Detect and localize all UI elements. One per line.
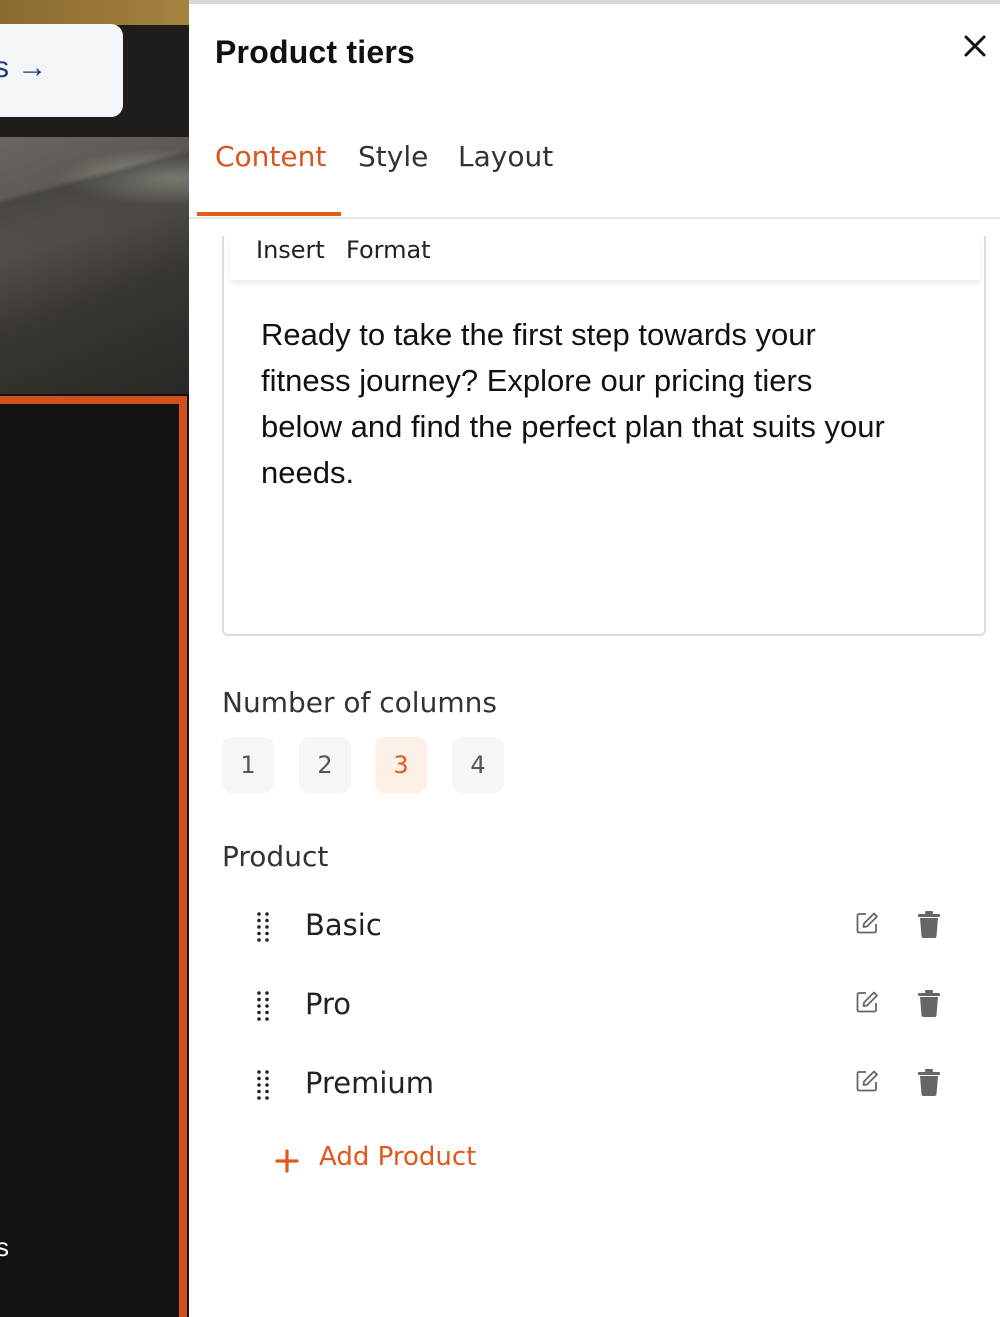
editor-menubar: Insert Format (230, 236, 980, 280)
product-row: Premium (249, 1056, 949, 1116)
tab-content[interactable]: Content (215, 140, 326, 173)
drag-handle-icon[interactable] (256, 1070, 270, 1100)
product-row: Pro (249, 977, 949, 1037)
columns-label: Number of columns (222, 686, 497, 719)
product-name: Basic (305, 908, 382, 942)
page-preview: s → s (0, 0, 189, 1317)
product-row: Basic (249, 898, 949, 958)
trash-icon[interactable] (917, 910, 941, 938)
menu-format[interactable]: Format (346, 236, 431, 264)
editor-text-area[interactable]: Ready to take the first step towards you… (261, 312, 901, 496)
preview-cta-label: s → (0, 51, 48, 84)
preview-selected-block[interactable] (0, 396, 187, 1317)
product-name: Premium (305, 1066, 435, 1100)
panel-top-border (189, 0, 1000, 4)
edit-icon[interactable] (855, 1069, 879, 1093)
column-option-4[interactable]: 4 (452, 737, 504, 793)
menu-insert[interactable]: Insert (256, 236, 325, 264)
product-section-label: Product (222, 840, 329, 873)
column-option-2[interactable]: 2 (299, 737, 351, 793)
edit-icon[interactable] (855, 990, 879, 1014)
drag-handle-icon[interactable] (256, 912, 270, 942)
plus-icon (275, 1149, 299, 1173)
close-icon (964, 35, 986, 57)
trash-icon[interactable] (917, 1068, 941, 1096)
tab-style[interactable]: Style (358, 140, 428, 173)
rich-text-editor: Insert Format Ready to take the first st… (222, 236, 986, 636)
preview-block-text: s (0, 1232, 9, 1262)
trash-icon[interactable] (917, 989, 941, 1017)
add-product-label: Add Product (319, 1142, 477, 1172)
drag-handle-icon[interactable] (256, 991, 270, 1021)
tabs-divider (189, 217, 1000, 219)
close-button[interactable] (959, 30, 991, 62)
settings-panel: Product tiers Content Style Layout Inser… (189, 0, 1000, 1317)
column-option-3[interactable]: 3 (375, 737, 427, 793)
panel-title: Product tiers (215, 34, 415, 70)
preview-hero-image (0, 137, 189, 394)
product-name: Pro (305, 987, 352, 1021)
edit-icon[interactable] (855, 911, 879, 935)
active-tab-indicator (197, 212, 341, 216)
column-option-1[interactable]: 1 (222, 737, 274, 793)
preview-top-band (0, 0, 189, 25)
tab-layout[interactable]: Layout (458, 140, 553, 173)
